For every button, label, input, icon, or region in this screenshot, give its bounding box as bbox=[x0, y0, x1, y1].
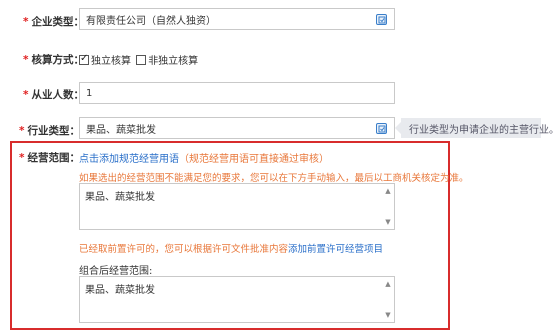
scope-link-line: 点击添加规范经营用语（规范经营用语可直接通过审核） bbox=[79, 150, 329, 165]
add-permit-item-link[interactable]: 添加前置许可经营项目 bbox=[288, 244, 383, 255]
independent-accounting-option[interactable]: 独立核算 bbox=[79, 53, 131, 67]
permit-hint: 已经取前置许可的，您可以根据许可文件批准内容 bbox=[79, 244, 289, 255]
scroll-down-icon[interactable]: ▼ bbox=[385, 218, 390, 226]
select-list-icon bbox=[378, 125, 385, 132]
select-list-icon bbox=[378, 16, 385, 23]
scroll-up-icon[interactable]: ▲ bbox=[385, 187, 390, 195]
add-standard-scope-link[interactable]: 点击添加规范经营用语 bbox=[79, 154, 179, 165]
manual-input-hint: 如果选出的经营范围不能满足您的要求，您可以在下方手动输入，最后以工商机关核定为准… bbox=[79, 173, 469, 184]
dependent-accounting-option[interactable]: 非独立核算 bbox=[136, 55, 198, 67]
employees-label: * 从业人数： bbox=[23, 89, 84, 101]
checkbox-checked-icon[interactable] bbox=[79, 53, 89, 65]
industry-tooltip: 行业类型为申请企业的主营行业。 bbox=[395, 118, 554, 138]
standard-scope-hint: （规范经营用语可直接通过审核） bbox=[179, 154, 329, 165]
accounting-label: * 核算方式： bbox=[23, 54, 84, 66]
combined-scope-label: 组合后经营范围: bbox=[79, 266, 153, 277]
enterprise-type-field[interactable]: 有限责任公司（自然人独资） bbox=[79, 8, 395, 30]
scope-label: * 经营范围： bbox=[19, 152, 80, 164]
accounting-options: 独立核算 非独立核算 bbox=[79, 52, 198, 67]
industry-field[interactable]: 果品、蔬菜批发 bbox=[79, 117, 395, 139]
permit-line: 已经取前置许可的，您可以根据许可文件批准内容添加前置许可经营项目 bbox=[79, 241, 383, 255]
combined-scope-textarea[interactable]: 果品、蔬菜批发 ▲ ▼ bbox=[79, 276, 395, 323]
manual-scope-textarea[interactable]: 果品、蔬菜批发 ▲ ▼ bbox=[79, 183, 395, 230]
industry-label: * 行业类型： bbox=[19, 125, 80, 137]
select-industry-button[interactable] bbox=[376, 123, 387, 134]
checkbox-unchecked-icon[interactable] bbox=[136, 55, 147, 65]
scrollbar[interactable]: ▲ ▼ bbox=[382, 184, 394, 229]
scroll-down-icon[interactable]: ▼ bbox=[385, 311, 390, 319]
scrollbar[interactable]: ▲ ▼ bbox=[382, 277, 394, 322]
select-enterprise-type-button[interactable] bbox=[376, 14, 387, 25]
scroll-up-icon[interactable]: ▲ bbox=[385, 280, 390, 288]
employees-input[interactable]: 1 bbox=[79, 82, 395, 104]
enterprise-type-label: * 企业类型： bbox=[23, 16, 84, 28]
